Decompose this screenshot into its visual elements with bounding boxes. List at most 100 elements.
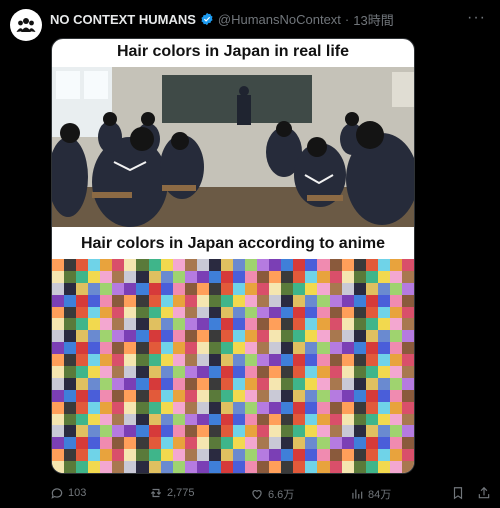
post-time[interactable]: 13時間 (353, 10, 393, 29)
hair-swatch (245, 449, 258, 462)
hair-swatch (172, 342, 185, 355)
hair-swatch (365, 354, 378, 366)
hair-swatch (208, 306, 221, 319)
hair-swatch (136, 318, 149, 331)
hair-swatch (232, 342, 246, 355)
hair-swatch (245, 354, 258, 366)
hair-swatch (281, 330, 294, 343)
repost-icon (150, 488, 162, 498)
hair-swatch (293, 425, 306, 438)
author-name[interactable]: NO CONTEXT HUMANS (50, 12, 196, 27)
hair-swatch (257, 294, 270, 307)
hair-swatch (365, 330, 378, 343)
reply-button[interactable]: 103 (50, 486, 86, 500)
hair-swatch (172, 270, 185, 283)
hair-swatch (76, 437, 89, 450)
people-group-icon (16, 18, 36, 32)
hair-swatch (305, 377, 318, 390)
avatar[interactable] (10, 9, 42, 41)
hair-swatch (401, 354, 414, 366)
hair-swatch (148, 413, 161, 426)
hair-swatch (401, 270, 414, 283)
hair-swatch (377, 354, 390, 366)
repost-button[interactable]: 2,775 (149, 486, 195, 500)
hair-swatch (317, 282, 330, 295)
hair-swatch (293, 330, 306, 343)
hair-swatch (112, 270, 125, 283)
hair-swatch (220, 413, 233, 426)
hair-swatch (401, 425, 414, 438)
hair-swatch (160, 306, 173, 319)
hair-swatch (148, 437, 161, 450)
hair-swatch (353, 259, 366, 271)
hair-swatch (232, 282, 246, 295)
hair-swatch (196, 413, 209, 426)
hair-swatch (245, 282, 258, 295)
hair-swatch (100, 377, 113, 390)
hair-swatch (269, 461, 282, 473)
hair-swatch (377, 413, 390, 426)
hair-swatch (52, 377, 65, 390)
hair-swatch (281, 413, 294, 426)
hair-swatch (365, 461, 378, 473)
hair-swatch (365, 282, 378, 295)
hair-swatch (232, 377, 246, 390)
hair-swatch (52, 306, 65, 319)
hair-swatch (184, 366, 197, 378)
hair-swatch (100, 425, 113, 438)
like-button[interactable]: 6.6万 (250, 486, 294, 502)
author-handle[interactable]: @HumansNoContext (218, 12, 341, 27)
hair-swatch (257, 437, 270, 450)
more-icon[interactable]: ··· (467, 9, 486, 27)
hair-swatch (401, 449, 414, 462)
hair-swatch (76, 366, 89, 378)
hair-swatch (389, 449, 402, 462)
hair-swatch (52, 401, 65, 414)
hair-swatch (184, 425, 197, 438)
hair-swatch (160, 389, 173, 402)
hair-swatch (269, 330, 282, 343)
hair-swatch (88, 342, 101, 355)
bookmark-button[interactable] (451, 486, 465, 500)
hair-swatch (88, 401, 101, 414)
hair-swatch (76, 425, 89, 438)
hair-swatch (88, 354, 101, 366)
hair-swatch (52, 389, 65, 402)
hair-swatch (269, 449, 282, 462)
hair-swatch (160, 259, 173, 271)
hair-swatch (220, 449, 233, 462)
hair-swatch (172, 437, 185, 450)
hair-swatch (317, 294, 330, 307)
hair-swatch (100, 330, 113, 343)
hair-swatch (341, 449, 354, 462)
hair-swatch (184, 377, 197, 390)
hair-swatch (281, 401, 294, 414)
hair-swatch (245, 401, 258, 414)
hair-swatch (136, 330, 149, 343)
hair-swatch (208, 282, 221, 295)
views-icon (352, 489, 363, 499)
hair-swatch (172, 318, 185, 331)
hair-swatch (124, 449, 137, 462)
post-image[interactable]: Hair colors in Japan in real life Hair c… (51, 38, 415, 474)
hair-swatch (353, 401, 366, 414)
hair-swatch (305, 366, 318, 378)
hair-swatch (136, 306, 149, 319)
hair-swatch (184, 294, 197, 307)
share-button[interactable] (477, 486, 491, 500)
hair-swatch (196, 294, 209, 307)
hair-swatch (401, 377, 414, 390)
hair-swatch (184, 318, 197, 331)
hair-swatch (136, 425, 149, 438)
hair-swatch (148, 354, 161, 366)
hair-swatch (124, 389, 137, 402)
hair-swatch (317, 413, 330, 426)
views-button[interactable]: 84万 (350, 486, 391, 502)
hair-swatch (208, 366, 221, 378)
hair-swatch (112, 342, 125, 355)
hair-swatch (136, 270, 149, 283)
hair-swatch (293, 270, 306, 283)
hair-swatch (401, 366, 414, 378)
hair-swatch (136, 294, 149, 307)
hair-swatch (257, 461, 270, 473)
